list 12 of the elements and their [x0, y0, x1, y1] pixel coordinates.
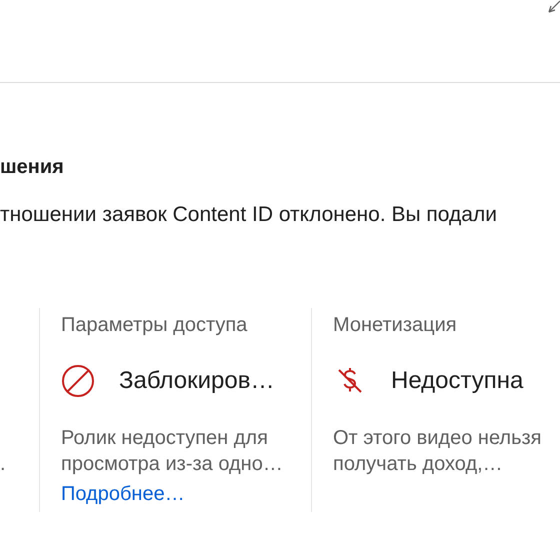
card-label: Монетизация	[333, 313, 458, 337]
section-text: тношении заявок Content ID отклонено. Вы подали	[0, 202, 498, 228]
prohibited-icon	[61, 364, 95, 398]
card-description: Ролик недоступен для просмотра из-за одно…	[61, 426, 284, 477]
status-value: Заблокиров…	[119, 366, 274, 396]
more-link[interactable]: Подробнее…	[61, 482, 185, 506]
card-text: .	[0, 452, 7, 477]
arrow-icon[interactable]	[548, 0, 560, 13]
card-description: От этого видео нельзя получать доход,…	[333, 426, 542, 477]
status-value: Недоступна	[391, 366, 524, 396]
card-label: Параметры доступа	[61, 313, 248, 337]
section-title: шения	[0, 155, 65, 179]
